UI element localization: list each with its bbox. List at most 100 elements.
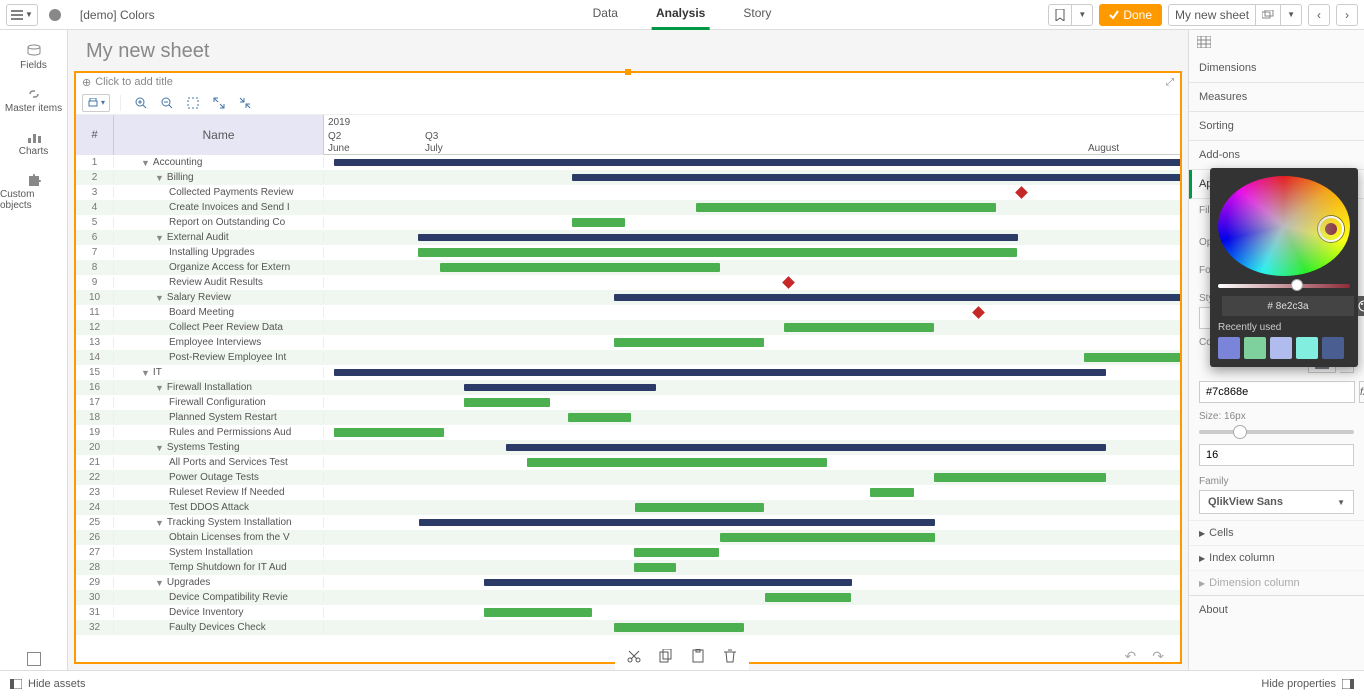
table-row[interactable]: 21All Ports and Services Test [76, 455, 1180, 470]
undo-button[interactable]: ↶ [1125, 648, 1137, 665]
gantt-bar[interactable] [634, 548, 719, 557]
table-row[interactable]: 19Rules and Permissions Aud [76, 425, 1180, 440]
fx-button[interactable]: fx [1359, 381, 1364, 403]
table-row[interactable]: 23Ruleset Review If Needed [76, 485, 1180, 500]
zoom-in-button[interactable] [131, 94, 151, 112]
table-row[interactable]: 30Device Compatibility Revie [76, 590, 1180, 605]
opacity-slider[interactable] [1218, 284, 1350, 288]
table-row[interactable]: 1▼Accounting [76, 155, 1180, 170]
gantt-bar[interactable] [784, 323, 934, 332]
recent-color-swatch[interactable] [1322, 337, 1344, 359]
table-row[interactable]: 2▼Billing [76, 170, 1180, 185]
recent-color-swatch[interactable] [1296, 337, 1318, 359]
bookmark-button[interactable]: ▼ [1048, 4, 1093, 26]
hide-assets-button[interactable]: Hide assets [10, 678, 85, 690]
gantt-bar[interactable] [1084, 353, 1180, 362]
delete-button[interactable] [723, 649, 737, 663]
table-row[interactable]: 14Post-Review Employee Int [76, 350, 1180, 365]
gantt-bar[interactable] [635, 503, 764, 512]
redo-button[interactable]: ↷ [1152, 648, 1164, 665]
sheet-toggle[interactable] [0, 644, 67, 670]
gantt-bar[interactable] [506, 444, 1106, 451]
gantt-bar[interactable] [484, 608, 592, 617]
table-row[interactable]: 3Collected Payments Review [76, 185, 1180, 200]
done-button[interactable]: Done [1099, 4, 1162, 26]
gantt-bar[interactable] [696, 203, 996, 212]
recent-color-swatch[interactable] [1244, 337, 1266, 359]
gantt-bar[interactable] [572, 174, 1180, 181]
caret-icon[interactable]: ▼ [155, 173, 164, 183]
color-hex-input[interactable] [1199, 381, 1355, 403]
table-row[interactable]: 20▼Systems Testing [76, 440, 1180, 455]
gantt-bar[interactable] [440, 263, 720, 272]
caret-icon[interactable]: ▼ [155, 518, 164, 528]
milestone-diamond[interactable] [1015, 186, 1028, 199]
fit-button[interactable] [183, 94, 203, 112]
table-row[interactable]: 7Installing Upgrades [76, 245, 1180, 260]
table-row[interactable]: 15▼IT [76, 365, 1180, 380]
prev-sheet-button[interactable]: ‹ [1308, 4, 1330, 26]
expand-button[interactable] [209, 94, 229, 112]
gantt-bar[interactable] [870, 488, 914, 497]
tab-story[interactable]: Story [739, 0, 775, 30]
expand-dimension[interactable]: ▶Dimension column [1189, 570, 1364, 595]
size-slider[interactable] [1199, 430, 1354, 434]
charts-tool[interactable]: Charts [0, 122, 67, 165]
col-header-num[interactable]: # [76, 115, 114, 155]
palette-button[interactable] [1358, 296, 1364, 316]
gantt-bar[interactable] [765, 593, 851, 602]
gantt-bar[interactable] [634, 563, 676, 572]
table-row[interactable]: 10▼Salary Review [76, 290, 1180, 305]
gantt-bar[interactable] [720, 533, 935, 542]
cut-button[interactable] [627, 649, 641, 663]
table-row[interactable]: 24Test DDOS Attack [76, 500, 1180, 515]
table-row[interactable]: 13Employee Interviews [76, 335, 1180, 350]
expand-icon[interactable]: ⤢ [1166, 77, 1174, 88]
menu-button[interactable]: ▼ [6, 4, 38, 26]
table-row[interactable]: 9Review Audit Results [76, 275, 1180, 290]
table-row[interactable]: 6▼External Audit [76, 230, 1180, 245]
table-row[interactable]: 27System Installation [76, 545, 1180, 560]
table-row[interactable]: 26Obtain Licenses from the V [76, 530, 1180, 545]
table-row[interactable]: 16▼Firewall Installation [76, 380, 1180, 395]
size-input[interactable] [1199, 444, 1354, 466]
sheet-selector[interactable]: My new sheet ▼ [1168, 4, 1302, 26]
tab-analysis[interactable]: Analysis [652, 0, 709, 30]
print-button[interactable]: ▾ [82, 94, 110, 112]
table-row[interactable]: 22Power Outage Tests [76, 470, 1180, 485]
gantt-bar[interactable] [614, 294, 1180, 301]
copy-button[interactable] [659, 649, 673, 663]
gantt-bar[interactable] [464, 398, 550, 407]
table-row[interactable]: 18Planned System Restart [76, 410, 1180, 425]
table-row[interactable]: 25▼Tracking System Installation [76, 515, 1180, 530]
table-row[interactable]: 5Report on Outstanding Co [76, 215, 1180, 230]
table-row[interactable]: 4Create Invoices and Send I [76, 200, 1180, 215]
table-row[interactable]: 12Collect Peer Review Data [76, 320, 1180, 335]
collapse-button[interactable] [235, 94, 255, 112]
fields-tool[interactable]: Fields [0, 36, 67, 79]
milestone-diamond[interactable] [782, 276, 795, 289]
tab-data[interactable]: Data [589, 0, 622, 30]
viz-title-placeholder[interactable]: Click to add title [95, 76, 173, 88]
gantt-bar[interactable] [419, 519, 935, 526]
hex-input[interactable] [1222, 296, 1354, 316]
section-addons[interactable]: Add-ons [1189, 141, 1364, 170]
gantt-bar[interactable] [572, 218, 625, 227]
gantt-bar[interactable] [484, 579, 852, 586]
recent-color-swatch[interactable] [1270, 337, 1292, 359]
custom-objects-tool[interactable]: Custom objects [0, 165, 67, 219]
section-sorting[interactable]: Sorting [1189, 112, 1364, 141]
table-row[interactable]: 31Device Inventory [76, 605, 1180, 620]
section-dimensions[interactable]: Dimensions [1189, 54, 1364, 83]
gantt-bar[interactable] [334, 159, 1180, 166]
caret-icon[interactable]: ▼ [155, 578, 164, 588]
caret-icon[interactable]: ▼ [155, 443, 164, 453]
caret-icon[interactable]: ▼ [141, 158, 150, 168]
caret-icon[interactable]: ▼ [155, 383, 164, 393]
expand-cells[interactable]: ▶Cells [1189, 520, 1364, 545]
about-section[interactable]: About [1189, 595, 1364, 624]
gantt-bar[interactable] [418, 248, 1017, 257]
gantt-bar[interactable] [527, 458, 827, 467]
table-row[interactable]: 17Firewall Configuration [76, 395, 1180, 410]
expand-index[interactable]: ▶Index column [1189, 545, 1364, 570]
